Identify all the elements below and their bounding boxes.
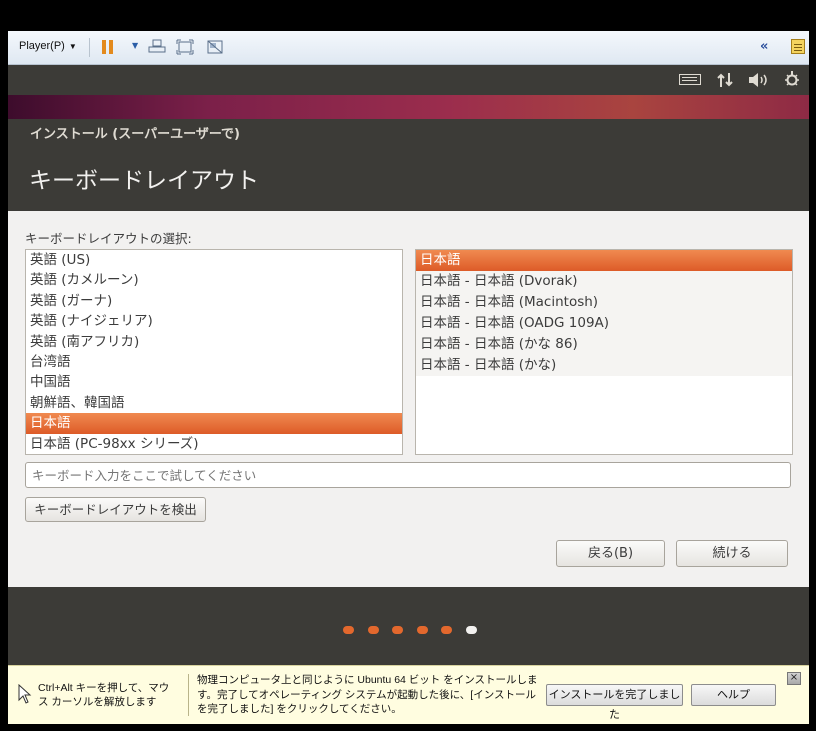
progress-dot — [343, 626, 354, 634]
detect-layout-button[interactable]: キーボードレイアウトを検出 — [25, 497, 206, 522]
language-item[interactable]: 台湾語 — [26, 352, 402, 372]
language-item[interactable]: 朝鮮語、韓国語 — [26, 393, 402, 413]
progress-dot — [392, 626, 403, 634]
notes-icon[interactable] — [791, 39, 805, 54]
release-cursor-hint: Ctrl+Alt キーを押して、マウス カーソルを解放します — [38, 682, 170, 708]
language-item[interactable]: 英語 (南アフリカ) — [26, 332, 402, 352]
chevron-down-icon[interactable]: ▼ — [132, 41, 138, 50]
language-item[interactable]: 英語 (カメルーン) — [26, 270, 402, 290]
progress-dot — [441, 626, 452, 634]
page-title: キーボードレイアウト — [29, 168, 259, 194]
back-button[interactable]: 戻る(B) — [556, 540, 665, 567]
language-item[interactable]: 日本語 — [26, 413, 402, 434]
language-item[interactable]: 英語 (US) — [26, 250, 402, 270]
progress-dot — [416, 626, 428, 634]
settings-icon[interactable] — [784, 71, 800, 88]
variant-item[interactable]: 日本語 - 日本語 (Macintosh) — [416, 292, 792, 313]
pause-icon[interactable] — [102, 40, 116, 54]
keyboard-layout-panel: キーボードレイアウトの選択: 英語 (US) 英語 (カメルーン) 英語 (ガーナ)… — [8, 211, 809, 587]
collapse-toolbar-icon[interactable]: « — [760, 39, 768, 54]
variant-item[interactable]: 日本語 - 日本語 (かな 86) — [416, 334, 792, 355]
language-item[interactable]: 英語 (ナイジェリア) — [26, 311, 402, 331]
layout-variant-list[interactable]: 日本語 日本語 - 日本語 (Dvorak) 日本語 - 日本語 (Macintos… — [415, 249, 793, 455]
volume-icon[interactable] — [748, 72, 770, 88]
variant-item[interactable]: 日本語 - 日本語 (OADG 109A) — [416, 313, 792, 334]
language-item[interactable]: 中国語 — [26, 372, 402, 392]
fullscreen-icon[interactable] — [176, 39, 194, 55]
network-icon[interactable] — [716, 72, 734, 88]
progress-dot — [367, 626, 379, 634]
chevron-down-icon: ▼ — [68, 42, 77, 51]
progress-dot — [465, 626, 477, 634]
layout-select-label: キーボードレイアウトの選択: — [25, 231, 192, 246]
close-icon[interactable]: × — [787, 672, 801, 685]
window-title: インストール (スーパーユーザーで) — [30, 127, 240, 142]
language-item[interactable]: 英語 (ガーナ) — [26, 291, 402, 311]
hint-divider — [188, 674, 189, 716]
language-item[interactable]: 日本語 (PC-98xx シリーズ) — [26, 434, 402, 454]
install-hint-text: 物理コンピュータ上と同じように Ubuntu 64 ビット をインストールします… — [197, 674, 538, 715]
mouse-cursor-icon — [18, 684, 32, 704]
player-menu[interactable]: Player(P) ▼ — [19, 40, 77, 52]
install-progress — [8, 587, 809, 665]
vmware-hint-bar: Ctrl+Alt キーを押して、マウス カーソルを解放します 物理コンピュータ上… — [8, 665, 809, 724]
ubuntu-top-panel — [8, 65, 809, 95]
toolbar-divider — [89, 38, 90, 57]
window-header: インストール (スーパーユーザーで) キーボードレイアウト — [8, 119, 809, 211]
desktop-wallpaper — [8, 95, 809, 119]
variant-item[interactable]: 日本語 — [416, 250, 792, 271]
variant-item[interactable]: 日本語 - 日本語 (Dvorak) — [416, 271, 792, 292]
variant-item[interactable]: 日本語 - 日本語 (かな) — [416, 355, 792, 376]
send-ctrl-alt-del-icon[interactable] — [148, 39, 166, 55]
keyboard-test-input[interactable] — [25, 462, 791, 488]
unity-mode-icon[interactable] — [206, 39, 224, 55]
language-list[interactable]: 英語 (US) 英語 (カメルーン) 英語 (ガーナ) 英語 (ナイジェリア) 英語 (… — [25, 249, 403, 455]
continue-button[interactable]: 続ける — [676, 540, 788, 567]
help-button[interactable]: ヘルプ — [691, 684, 776, 706]
finish-install-button[interactable]: インストールを完了しました — [546, 684, 683, 721]
player-toolbar: Player(P) ▼ ▼ « — [8, 31, 809, 65]
keyboard-icon[interactable] — [679, 74, 701, 85]
player-menu-label: Player(P) — [19, 40, 65, 52]
